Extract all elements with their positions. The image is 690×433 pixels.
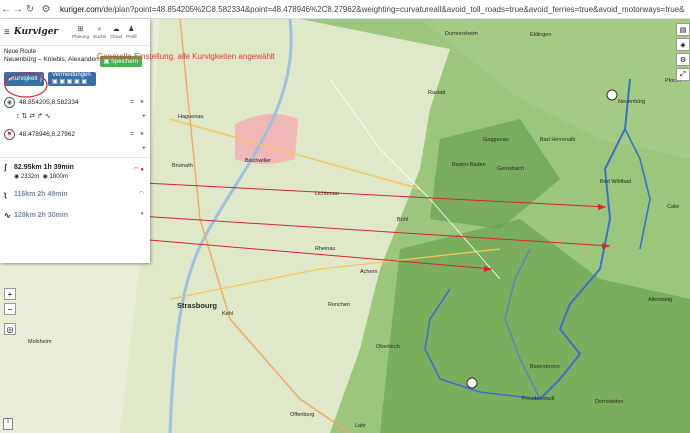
tab-profil[interactable]: ♟ Profil [126,26,136,39]
map-info-button[interactable]: i [3,418,13,430]
tab-planung[interactable]: ⊞ Planung [72,26,89,39]
place-label: Molsheim [28,339,52,345]
place-label: Durmersheim [445,31,479,37]
address-bar[interactable]: kuriger.com/de/plan?point=48.854205%2C8.… [60,5,685,14]
tab-label: Planung [72,33,90,39]
route-badge: ◠ [138,191,144,197]
place-label: Baiersbronn [530,364,560,370]
place-label: Bad Herrenalb [540,137,576,143]
locate-button[interactable]: ◎ [4,323,16,335]
divider [0,157,150,158]
waypoint-end[interactable]: ⚑ 48.478946,8.27962 = × [0,126,150,142]
route-alternative-3[interactable]: ∿ 128km 2h 30min ● [0,209,150,222]
waypoint-actions[interactable]: = × [130,131,146,138]
place-label: Bühl [397,217,409,223]
place-label: Rastatt [428,90,446,96]
place-label: Bad Wildbad [600,179,632,185]
avoidance-icons: ▣ ▣ ▣ ▣ ▣ [52,79,88,85]
curvy-road-icon: ʅ [4,190,7,199]
panel-header: ≡ Kurviger ⊞ Planung ⌕ Suche ☁ Cloud ♟ Profi… [0,19,150,46]
forward-icon[interactable]: → [12,4,24,15]
map-settings-button[interactable]: ⚙ [676,53,690,66]
curvy-road-icon: ʃ [4,163,7,172]
place-label: Baden-Baden [452,162,486,168]
place-label: Renchen [328,302,351,308]
search-icon: ⌕ [97,25,102,33]
place-label: Rheinau [315,246,336,252]
back-icon[interactable]: ← [0,4,12,15]
place-label: Ettlingen [530,32,552,38]
route-summary: 128km 2h 30min [14,212,69,219]
user-icon: ♟ [128,25,135,33]
browser-toolbar: ← → ↻ ⚙ kuriger.com/de/plan?point=48.854… [0,0,690,19]
fullscreen-button[interactable]: ⤢ [676,68,690,81]
destination-marker-icon: ⚑ [4,128,15,140]
route-name[interactable]: Neuenbürg – Kniebis, Alexanders... [4,56,99,63]
avoidances-label: Vermeidungen [52,72,91,78]
place-label: Freudenstadt [522,396,555,402]
waypoint-input[interactable]: 48.478946,8.27962 [19,131,130,138]
route-tool-icons[interactable]: ↕ ⇅ ⇄ ↱ ∿ [16,112,51,120]
place-label: Altensteig [648,297,673,303]
cloud-icon: ☁ [112,25,120,33]
menu-icon[interactable]: ≡ [4,27,10,38]
place-label: Gaggenau [483,137,509,143]
descent-value: 1800m [49,174,68,180]
place-label: Strasbourg [177,301,218,310]
place-label: Haguenau [178,114,204,120]
tab-label: Suche [93,33,107,39]
zoom-out-button[interactable]: − [4,303,16,315]
route-badge: ● [140,211,144,217]
place-label: Gernsbach [497,166,524,172]
map-layers-button[interactable]: ▤ [676,23,690,36]
place-label: Lichtenau [315,191,339,197]
place-label: Kehl [222,311,234,317]
avoidances-dropdown[interactable]: Vermeidungen ▣ ▣ ▣ ▣ ▣ [48,72,96,86]
place-label: Neuenbürg [618,99,646,105]
route-badge: ◠ ● [133,167,144,173]
main-tabs: ⊞ Planung ⌕ Suche ☁ Cloud ♟ Profil [72,26,136,39]
ascent-icon: ◉ [14,174,21,180]
tab-suche[interactable]: ⌕ Suche [93,26,106,39]
ascent-value: 2332m [20,174,40,180]
route-summary: 82.95km 1h 39min [14,164,74,171]
place-label: Brumath [172,163,193,169]
add-waypoint-button[interactable]: + [142,113,146,120]
descent-icon: ◉ [42,174,50,180]
waypoint-actions[interactable]: = × [130,99,146,106]
add-waypoint-button[interactable]: + [142,145,146,152]
annotation-circle [4,72,48,98]
place-label: Oberkirch [376,344,400,350]
site-info-icon[interactable]: ⚙ [40,4,52,15]
map-overlay-button[interactable]: ◈ [676,38,690,51]
place-label: Lahr [355,423,367,429]
place-label: Achern [360,269,378,275]
tab-label: Cloud [110,33,123,39]
url-path: /de/plan?point=48.854205%2C8.582334&poin… [101,4,685,14]
reload-icon[interactable]: ↻ [24,4,36,15]
url-domain: kuriger.com [60,4,102,14]
route-tools: ↕ ⇅ ⇄ ↱ ∿ + [0,110,150,122]
app-logo: Kurviger [13,27,59,37]
route-alternative-1[interactable]: ʃ 82.95km 1h 39min ◉ 2332m ◉ 1800m ◠ ● [0,161,150,182]
route-summary: 116km 2h 49min [14,191,68,198]
annotation-text: Generelle Einstellung, alle Kurvigkeiten… [97,52,275,61]
tab-label: Profil [126,33,137,39]
place-label: Offenburg [290,412,315,418]
zoom-in-button[interactable]: + [4,288,16,300]
place-label: Dornstetten [595,399,624,405]
add-row: + [0,142,150,154]
route-alternative-2[interactable]: ʅ 116km 2h 49min ◠ [0,188,150,201]
planning-icon: ⊞ [77,25,84,33]
wavy-road-icon: ∿ [4,211,11,220]
place-label: Calw [667,204,680,210]
place-label: Bischwiller [245,158,271,164]
tab-cloud[interactable]: ☁ Cloud [110,26,122,39]
